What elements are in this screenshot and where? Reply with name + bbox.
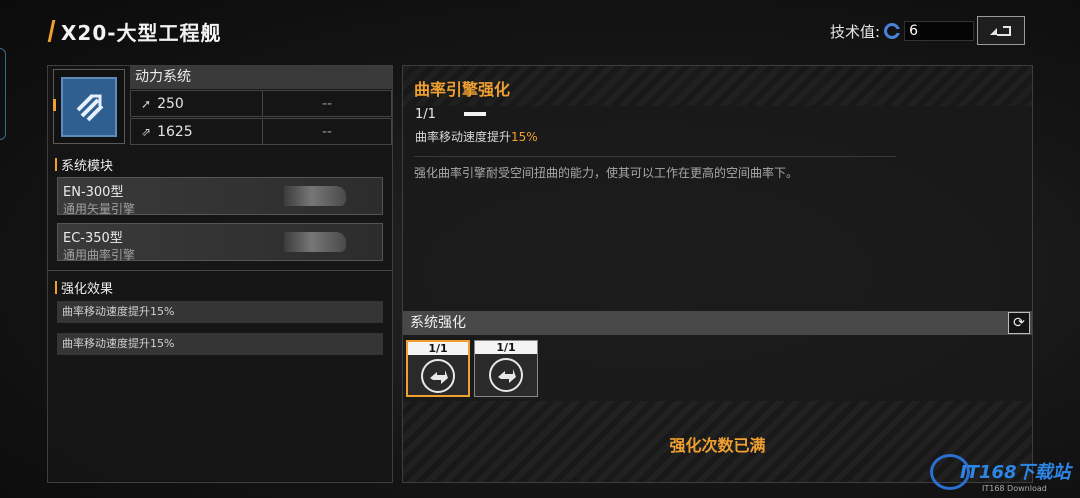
engine-upgrade-icon — [421, 359, 455, 393]
back-button[interactable] — [977, 16, 1025, 45]
power-system-icon — [61, 76, 117, 137]
speed-value: 250 — [157, 95, 184, 112]
stat-row-speed: ➚ 250 -- — [130, 90, 392, 117]
warp-speed-extra: -- — [321, 123, 333, 140]
slot-level: 1/1 — [408, 342, 468, 355]
upgrade-slot-1[interactable]: 1/1 — [406, 340, 470, 397]
engine-model-icon — [284, 186, 346, 206]
refresh-button[interactable]: ⟳ — [1008, 312, 1030, 334]
warp-speed-icon: ⇗ — [141, 124, 152, 139]
title-accent-bar — [47, 20, 56, 42]
warp-speed-value: 1625 — [157, 123, 193, 140]
watermark: IT168下载站 IT168 Download — [930, 452, 1080, 496]
section-accent-bar — [55, 157, 57, 171]
power-accent-bar — [53, 99, 56, 111]
speed-icon: ➚ — [141, 96, 152, 111]
effects-title: 强化效果 — [61, 281, 114, 297]
speed-extra: -- — [321, 95, 333, 112]
side-tab-handle[interactable] — [0, 48, 6, 140]
modules-section-header: 系统模块 — [55, 155, 114, 174]
effect-item: 曲率移动速度提升15% — [57, 333, 383, 355]
section-accent-bar — [55, 280, 57, 294]
page-header: X20-大型工程舰 — [47, 18, 222, 45]
tech-label: 技术值: — [830, 22, 881, 41]
upgrade-name: 曲率引擎强化 — [414, 80, 511, 99]
effect-item: 曲率移动速度提升15% — [57, 301, 383, 323]
modules-title: 系统模块 — [61, 158, 114, 174]
effects-section-header: 强化效果 — [55, 278, 114, 297]
stat-row-warp-speed: ⇗ 1625 -- — [130, 118, 392, 145]
refresh-icon: ⟳ — [1013, 315, 1025, 331]
upgrade-level: 1/1 — [415, 107, 436, 122]
module-item-ec350[interactable]: EC-350型 通用曲率引擎 — [57, 223, 383, 262]
section-divider — [48, 270, 392, 271]
watermark-text: IT168下载站 — [960, 462, 1071, 483]
upgrade-effect-text: 曲率移动速度提升 — [415, 130, 512, 144]
page-title: X20-大型工程舰 — [61, 20, 222, 45]
upgrade-slot-2[interactable]: 1/1 — [474, 340, 538, 397]
upgrade-effect: 曲率移动速度提升15% — [415, 128, 538, 145]
engine-model-icon — [284, 232, 346, 252]
power-system-title: 动力系统 — [130, 66, 392, 89]
slot-level: 1/1 — [475, 341, 537, 354]
module-item-en300[interactable]: EN-300型 通用矢量引擎 — [57, 177, 383, 216]
detail-separator — [414, 156, 896, 157]
power-system-icon-frame — [53, 69, 125, 144]
back-arrow-icon — [990, 25, 1011, 36]
tech-value: 6 — [904, 21, 975, 41]
tech-points-icon — [884, 23, 901, 39]
upgrade-description: 强化曲率引擎耐受空间扭曲的能力，使其可以工作在更高的空间曲率下。 — [414, 166, 799, 180]
system-upgrade-title: 系统强化 — [403, 311, 1032, 335]
tech-value-display: 技术值: 6 — [830, 20, 975, 42]
upgrade-effect-value: 15% — [511, 130, 538, 144]
upgrade-level-bar — [464, 112, 486, 116]
watermark-subtext: IT168 Download — [982, 484, 1047, 493]
engine-upgrade-icon — [489, 358, 523, 392]
